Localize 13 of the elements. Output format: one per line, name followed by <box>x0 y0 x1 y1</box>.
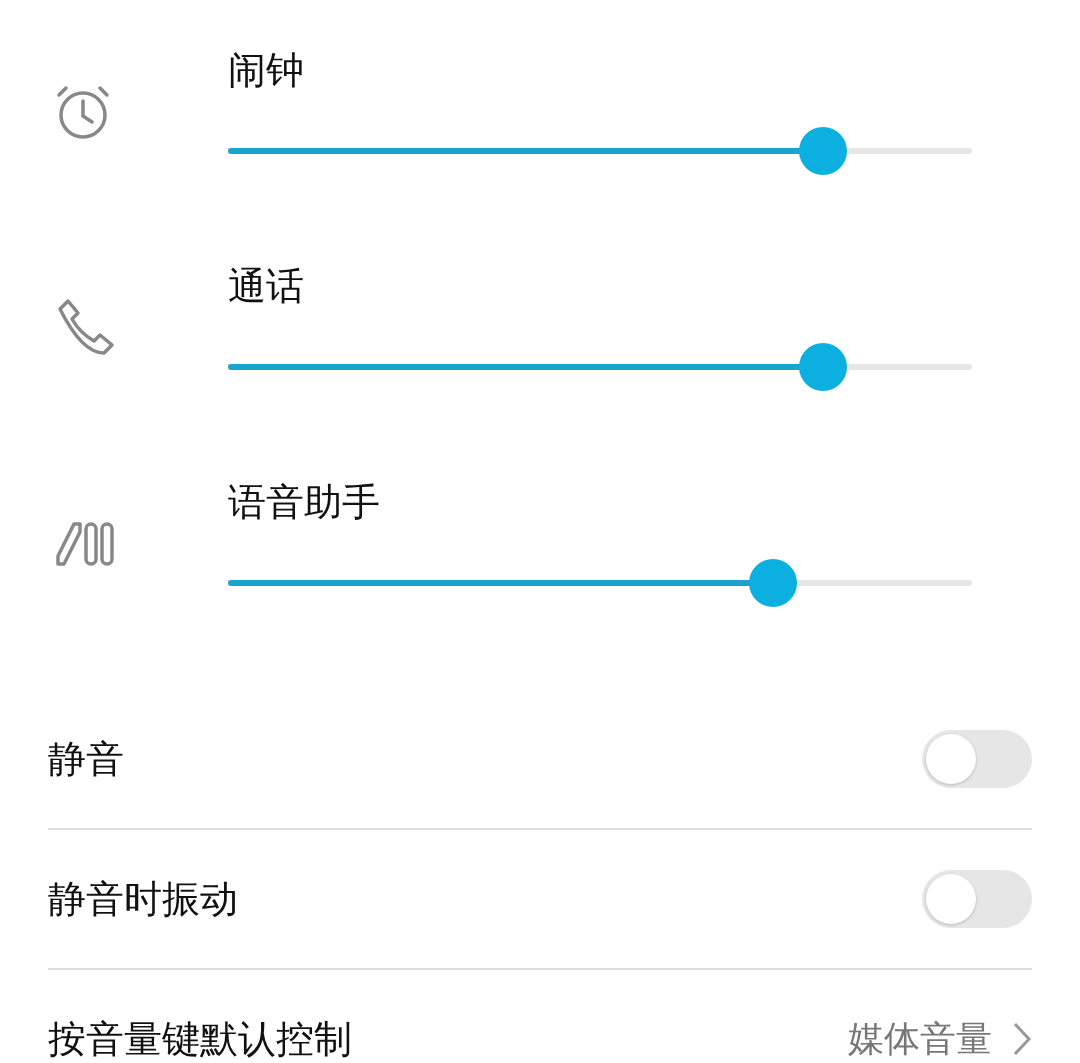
chevron-right-icon <box>1012 1021 1032 1057</box>
setting-label: 静音 <box>48 735 125 783</box>
setting-label: 静音时振动 <box>48 875 239 923</box>
alarm-clock-icon <box>54 83 112 141</box>
voice-bars-icon <box>54 520 116 568</box>
volume-slider[interactable] <box>228 559 972 607</box>
slider-label: 语音助手 <box>228 479 380 526</box>
volume-slider[interactable] <box>228 127 972 175</box>
volume-slider[interactable] <box>228 343 972 391</box>
setting-label: 按音量键默认控制 <box>48 1015 353 1063</box>
setting-value[interactable]: 媒体音量 <box>848 1014 992 1063</box>
slider-label: 通话 <box>228 263 304 310</box>
slider-label: 闹钟 <box>228 47 304 94</box>
